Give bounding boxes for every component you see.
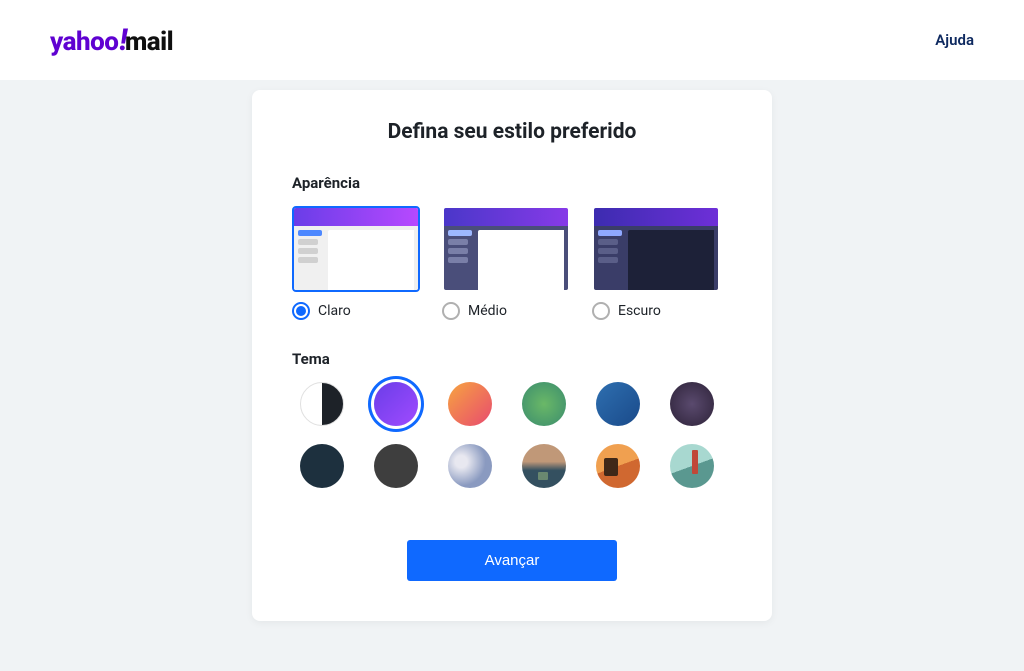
theme-swatch-black-white[interactable] [300,382,344,426]
appearance-option-escuro[interactable]: Escuro [592,206,720,320]
theme-swatch-dark-purple[interactable] [670,382,714,426]
radio-label-escuro: Escuro [618,303,661,319]
header: yahoo ! mail Ajuda [0,0,1024,80]
radio-label-claro: Claro [318,303,351,319]
theme-swatch-mountains[interactable] [448,444,492,488]
theme-swatch-charcoal[interactable] [374,444,418,488]
advance-button[interactable]: Avançar [407,540,617,581]
appearance-section-label: Aparência [292,174,772,192]
theme-swatch-green[interactable] [522,382,566,426]
radio-escuro[interactable] [592,302,610,320]
submit-row: Avançar [252,540,772,581]
theme-section-label: Tema [292,350,772,368]
theme-swatch-lighthouse[interactable] [670,444,714,488]
radio-claro[interactable] [292,302,310,320]
logo-yahoo-text: yahoo [50,27,118,57]
appearance-preview-escuro [592,206,720,292]
card-title: Defina seu estilo preferido [252,120,772,144]
appearance-preview-claro [292,206,420,292]
appearance-options: Claro [252,206,772,320]
style-card: Defina seu estilo preferido Aparência [252,90,772,621]
radio-medio[interactable] [442,302,460,320]
theme-grid [252,382,772,488]
appearance-option-medio[interactable]: Médio [442,206,570,320]
theme-swatch-desert[interactable] [522,444,566,488]
appearance-option-claro[interactable]: Claro [292,206,420,320]
radio-label-medio: Médio [468,303,507,319]
appearance-preview-medio [442,206,570,292]
logo-mail-text: mail [125,27,173,57]
theme-swatch-sunset[interactable] [596,444,640,488]
theme-swatch-purple-gradient[interactable] [374,382,418,426]
theme-swatch-navy[interactable] [300,444,344,488]
yahoo-mail-logo: yahoo ! mail [50,23,173,58]
help-link[interactable]: Ajuda [935,31,974,49]
theme-swatch-blue[interactable] [596,382,640,426]
main-area: Defina seu estilo preferido Aparência [0,80,1024,621]
theme-swatch-orange-pink[interactable] [448,382,492,426]
